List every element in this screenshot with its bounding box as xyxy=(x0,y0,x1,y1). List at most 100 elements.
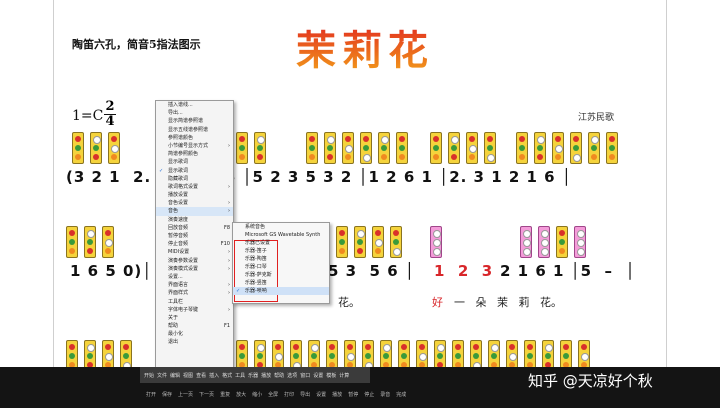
toolbar-top-button[interactable]: 编辑 xyxy=(170,372,180,379)
submenu-item[interactable]: 乐器-口琴 xyxy=(233,263,329,271)
toolbar-bottom-button[interactable]: 缩小 xyxy=(252,391,262,398)
context-menu-item[interactable]: 停止音频 F10 xyxy=(156,240,233,248)
toolbar-top-button[interactable]: 窗口 xyxy=(300,372,310,379)
fingering-chart xyxy=(102,226,114,258)
toolbar-top-button[interactable]: 插入 xyxy=(209,372,219,379)
notation-row-2-left: 1 6 5 0)│ xyxy=(70,262,153,280)
toolbar-bottom-button[interactable]: 完成 xyxy=(396,391,406,398)
toolbar-top-button[interactable]: 设置 xyxy=(313,372,323,379)
toolbar-bottom-button[interactable]: 停止 xyxy=(364,391,374,398)
fingering-chart xyxy=(236,132,248,164)
toolbar-top-button[interactable]: 模板 xyxy=(326,372,336,379)
chevron-right-icon: › xyxy=(228,265,230,272)
submenu-item[interactable]: 乐器-萨克斯 xyxy=(233,271,329,279)
fingering-row-1 xyxy=(72,132,120,166)
toolbar-top-button[interactable]: 文件 xyxy=(157,372,167,379)
toolbar-bottom-button[interactable]: 保存 xyxy=(162,391,172,398)
context-menu-item[interactable]: 显示简谱参照谱 xyxy=(156,117,233,125)
context-menu-label: 停止音频 xyxy=(168,241,189,248)
toolbar-bottom-button[interactable]: 录音 xyxy=(380,391,390,398)
context-menu-item[interactable]: 回放音频 F8 xyxy=(156,224,233,232)
fingering-row-2b xyxy=(336,226,402,260)
instrument-submenu: 系统音色 Microsoft GS Wavetable Synth 乐器已设置 乐器-… xyxy=(232,222,330,304)
fingering-row-1d xyxy=(430,132,496,166)
toolbar-bottom-button[interactable]: 播放 xyxy=(332,391,342,398)
submenu-item[interactable]: 乐器已设置 xyxy=(233,239,329,247)
submenu-item[interactable]: Microsoft GS Wavetable Synth xyxy=(233,231,329,239)
fingering-chart xyxy=(90,132,102,164)
submenu-item[interactable]: 乐器-笛子 xyxy=(233,247,329,255)
context-menu-item[interactable]: MIDI设置 › xyxy=(156,248,233,256)
fingering-chart xyxy=(538,226,550,258)
context-menu-item[interactable]: 导出... xyxy=(156,109,233,117)
toolbar-bottom-button[interactable]: 导出 xyxy=(300,391,310,398)
fingering-row-2d xyxy=(520,226,586,260)
fingering-chart xyxy=(396,132,408,164)
context-menu-label: 导出... xyxy=(168,110,183,117)
context-menu-item[interactable]: 字体电子琴键 › xyxy=(156,306,233,314)
context-menu-item[interactable]: 显示五线谱参照谱 xyxy=(156,126,233,134)
context-menu-item[interactable]: 小节编号显示方式 › xyxy=(156,142,233,150)
toolbar-bottom-button[interactable]: 全屏 xyxy=(268,391,278,398)
context-menu-item[interactable]: 帮助 F1 xyxy=(156,322,233,330)
toolbar-bottom-button[interactable]: 设置 xyxy=(316,391,326,398)
toolbar-top-button[interactable]: 开始 xyxy=(144,372,154,379)
toolbar-top-button[interactable]: 格式 xyxy=(222,372,232,379)
context-menu-item[interactable]: 工具栏 xyxy=(156,298,233,306)
fingering-chart xyxy=(570,132,582,164)
toolbar-bottom-button[interactable]: 打开 xyxy=(146,391,156,398)
toolbar-top-button[interactable]: 工具 xyxy=(235,372,245,379)
context-menu-item[interactable]: 暂停音频 xyxy=(156,232,233,240)
context-menu-item[interactable]: ✓ 显示歌词 xyxy=(156,167,233,175)
context-menu-item[interactable]: 界面语言 › xyxy=(156,281,233,289)
toolbar-bottom-button[interactable]: 下一页 xyxy=(199,391,214,398)
chevron-right-icon: › xyxy=(228,249,230,256)
context-menu-item[interactable]: 退出 xyxy=(156,338,233,346)
toolbar-top-button[interactable]: 帮助 xyxy=(274,372,284,379)
fingering-chart xyxy=(108,132,120,164)
context-menu-item[interactable]: 界面样式 › xyxy=(156,289,233,297)
context-menu-item[interactable]: 演奏参数设置 › xyxy=(156,257,233,265)
context-menu-item[interactable]: 关于 xyxy=(156,314,233,322)
toolbar-top-button[interactable]: 计算 xyxy=(339,372,349,379)
toolbar-top-button[interactable]: 选项 xyxy=(287,372,297,379)
submenu-item[interactable]: 乐器-陶笛 xyxy=(233,255,329,263)
fingering-chart xyxy=(430,226,442,258)
fingering-chart xyxy=(306,132,318,164)
toolbar-bottom-button[interactable]: 放大 xyxy=(236,391,246,398)
context-menu-item[interactable]: 音色 › xyxy=(156,207,233,216)
context-menu-item[interactable]: 隐藏歌词 xyxy=(156,175,233,183)
shortcut-key: F10 xyxy=(220,241,230,248)
toolbar-bottom-button[interactable]: 暂停 xyxy=(348,391,358,398)
toolbar-top-button[interactable]: 查看 xyxy=(196,372,206,379)
context-menu-item[interactable]: 显示歌词 xyxy=(156,158,233,166)
context-menu-label: 帮助 xyxy=(168,323,179,330)
submenu-label: 乐器-口琴 xyxy=(245,264,267,270)
context-menu-item[interactable]: 播放设置 xyxy=(156,191,233,199)
context-menu-item[interactable]: 简谱参照颜色 xyxy=(156,150,233,158)
chevron-right-icon: › xyxy=(228,208,230,215)
context-menu-item[interactable]: 歌词格式设置 › xyxy=(156,183,233,191)
chevron-right-icon: › xyxy=(228,183,230,190)
context-menu-item[interactable]: 演奏模式设置 › xyxy=(156,265,233,273)
context-menu-item[interactable]: 音色设置 › xyxy=(156,199,233,207)
context-menu-label: 演奏速度 xyxy=(168,216,189,223)
toolbar-top-button[interactable]: 乐器 xyxy=(248,372,258,379)
toolbar-bottom-button[interactable]: 上一页 xyxy=(178,391,193,398)
toolbar-top-button[interactable]: 播放 xyxy=(261,372,271,379)
toolbar-bottom-button[interactable]: 重复 xyxy=(220,391,230,398)
toolbar-top-button[interactable]: 视图 xyxy=(183,372,193,379)
submenu-item[interactable]: 系统音色 xyxy=(233,223,329,231)
context-menu-item[interactable]: 设置... xyxy=(156,273,233,281)
toolbar-bottom-button[interactable]: 打印 xyxy=(284,391,294,398)
context-menu-item[interactable]: 演奏速度 xyxy=(156,216,233,224)
context-menu-item[interactable]: 最小化 xyxy=(156,330,233,338)
chevron-right-icon: › xyxy=(228,290,230,297)
context-menu-item[interactable]: 插入谱线... xyxy=(156,101,233,109)
submenu-item[interactable]: ✓ 乐器-唢呐 xyxy=(233,287,329,295)
submenu-label: 乐器-唢呐 xyxy=(245,288,267,294)
context-menu-label: 工具栏 xyxy=(168,298,184,305)
submenu-item[interactable]: 乐器-竖笛 xyxy=(233,279,329,287)
context-menu-item[interactable]: 参照谱颜色 xyxy=(156,134,233,142)
fingering-row-2c xyxy=(430,226,442,260)
